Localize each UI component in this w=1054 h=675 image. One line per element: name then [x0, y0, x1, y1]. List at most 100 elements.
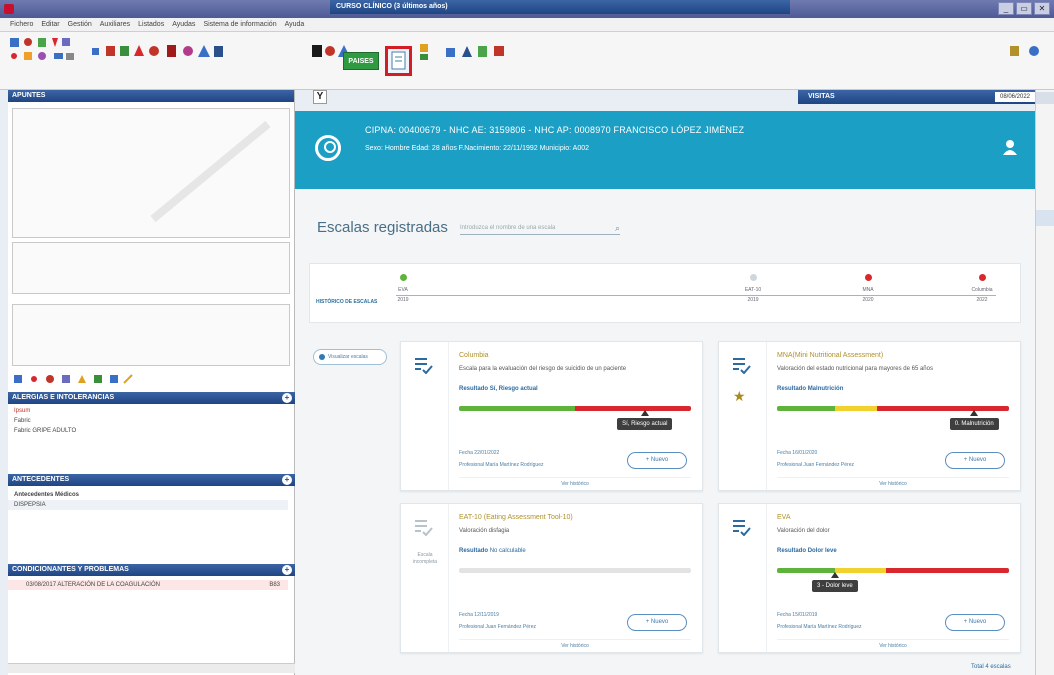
app-logo-icon	[4, 4, 14, 14]
list-item: Ipsum	[14, 408, 31, 414]
card-professional: Profesional Juan Fernández Pérez	[459, 624, 536, 630]
result-tooltip: 3 - Dolor leve	[812, 580, 858, 592]
minimize-button[interactable]: _	[998, 2, 1014, 15]
apuntes-notes-area[interactable]	[12, 108, 290, 238]
escalas-title: Escalas registradas	[317, 219, 448, 236]
maximize-button[interactable]: ▭	[1016, 2, 1032, 15]
scale-marker	[831, 572, 839, 578]
card-title: MNA(Mini Nutritional Assessment)	[777, 352, 884, 359]
timeline-point[interactable]: MNA 2020	[848, 274, 888, 303]
timeline-label: HISTÓRICO DE ESCALAS	[316, 299, 378, 305]
card-description: Escala para la evaluación del riesgo de …	[459, 366, 627, 372]
card-sidebar: Escala incompleta	[401, 504, 449, 652]
toolbar	[0, 32, 1054, 90]
left-panel: APUNTES ALERGIAS E INTOLERANCIAS + Ipsum …	[8, 90, 295, 675]
visitas-header: VISITAS 08/06/2022	[798, 90, 1038, 104]
right-panel-header	[1036, 92, 1054, 104]
filter-y-icon[interactable]: Y	[313, 90, 327, 104]
new-scale-button[interactable]: + Nuevo	[627, 452, 687, 469]
user-profile-icon[interactable]	[1003, 139, 1017, 155]
scale-card-columbia: Columbia Escala para la evaluación del r…	[400, 341, 703, 491]
patient-avatar-icon	[315, 135, 341, 161]
escalas-search-input[interactable]: Introduzca el nombre de una escala ⌕	[460, 221, 620, 235]
condicionantes-header: CONDICIONANTES Y PROBLEMAS +	[8, 564, 295, 576]
card-description: Valoración del estado nutricional para m…	[777, 366, 933, 372]
card-title: Columbia	[459, 352, 489, 359]
highlighted-document-button[interactable]	[385, 46, 412, 76]
card-result: Resultado Malnutrición	[777, 386, 844, 392]
card-professional: Profesional Juan Fernández Pérez	[777, 462, 854, 468]
card-sidebar	[719, 504, 767, 652]
close-button[interactable]: ✕	[1034, 2, 1050, 15]
new-scale-button[interactable]: + Nuevo	[627, 614, 687, 631]
result-scale-bar	[777, 568, 1009, 573]
antecedentes-header: ANTECEDENTES +	[8, 474, 295, 486]
timeline-dot	[978, 274, 986, 281]
list-item[interactable]: 03/08/2017 ALTERACIÓN DE LA COAGULACIÓN …	[8, 580, 288, 590]
add-icon[interactable]: +	[282, 475, 292, 485]
timeline-point[interactable]: EVA 2019	[383, 274, 423, 303]
patient-demographics: Sexo: Hombre Edad: 28 años F.Nacimiento:…	[365, 145, 590, 152]
condicionante-code: B83	[269, 582, 280, 588]
scale-card-mna: ★ MNA(Mini Nutritional Assessment) Valor…	[718, 341, 1021, 491]
ver-historico-link[interactable]: Ver histórico	[459, 477, 691, 487]
card-date: Fecha 12/11/2019	[459, 612, 499, 618]
right-panel	[1035, 90, 1054, 675]
antecedentes-subheader: Antecedentes Médicos	[14, 492, 80, 498]
result-scale-bar	[459, 406, 691, 411]
scale-card-eat10: Escala incompleta EAT-10 (Eating Assessm…	[400, 503, 703, 653]
timeline-dot	[749, 274, 757, 281]
timeline-dot	[864, 274, 872, 281]
pen-watermark-icon	[150, 120, 271, 223]
card-result: Resultado Sí, Riesgo actual	[459, 386, 538, 392]
total-escalas-count: Total 4 escalas	[971, 664, 1011, 670]
apuntes-notes-area-3[interactable]	[12, 304, 290, 366]
apuntes-notes-area-2[interactable]	[12, 242, 290, 294]
add-icon[interactable]: +	[282, 393, 292, 403]
toolbar-tool-icon-row2[interactable]	[11, 52, 74, 60]
menu-fichero[interactable]: Fichero	[10, 18, 33, 31]
toolbar-tool-icon[interactable]	[10, 38, 70, 47]
menu-ayuda[interactable]: Ayuda	[285, 18, 305, 31]
new-scale-button[interactable]: + Nuevo	[945, 614, 1005, 631]
card-title: EAT-10 (Eating Assessment Tool-10)	[459, 514, 573, 521]
toolbar-main-icons[interactable]	[92, 44, 1039, 60]
horizontal-scrollbar[interactable]	[8, 663, 295, 673]
visitas-date[interactable]: 08/06/2022	[995, 92, 1035, 102]
timeline-point[interactable]: EAT-10 2019	[733, 274, 773, 303]
new-scale-button[interactable]: + Nuevo	[945, 452, 1005, 469]
result-tooltip: Sí, Riesgo actual	[617, 418, 673, 430]
visualizar-escalas-button[interactable]: Visualizar escalas	[313, 349, 387, 365]
timeline-dot	[399, 274, 407, 281]
card-date: Fecha 22/01/2022	[459, 450, 500, 456]
patient-identifiers: CIPNA: 00400679 - NHC AE: 3159806 - NHC …	[365, 125, 745, 135]
apuntes-tool-icons[interactable]	[12, 373, 212, 387]
card-professional: Profesional María Martínez Rodríguez	[459, 462, 544, 468]
add-icon[interactable]: +	[282, 565, 292, 575]
alergias-header: ALERGIAS E INTOLERANCIAS +	[8, 392, 295, 404]
historico-escalas-timeline: HISTÓRICO DE ESCALAS EVA 2019 EAT-10 2019 …	[309, 263, 1021, 323]
card-description: Valoración disfagia	[459, 528, 510, 534]
card-date: Fecha 16/01/2020	[777, 450, 818, 456]
timeline-axis	[396, 295, 996, 296]
menu-auxiliares[interactable]: Auxiliares	[100, 18, 130, 31]
ver-historico-link[interactable]: Ver histórico	[777, 639, 1009, 649]
checklist-icon	[733, 520, 751, 536]
ver-historico-link[interactable]: Ver histórico	[459, 639, 691, 649]
right-panel-tab	[1036, 210, 1054, 226]
star-icon[interactable]: ★	[733, 388, 746, 405]
menu-ayudas[interactable]: Ayudas	[172, 18, 195, 31]
menu-gestion[interactable]: Gestión	[68, 18, 92, 31]
card-description: Valoración del dolor	[777, 528, 830, 534]
list-item: Fabric	[14, 418, 31, 424]
timeline-point[interactable]: Columbia 2022	[962, 274, 1002, 303]
ver-historico-link[interactable]: Ver histórico	[777, 477, 1009, 487]
apuntes-header: APUNTES	[8, 90, 294, 102]
menu-listados[interactable]: Listados	[138, 18, 164, 31]
menu-editar[interactable]: Editar	[41, 18, 59, 31]
list-item[interactable]: DISPEPSIA	[8, 500, 288, 510]
result-tooltip: 0. Malnutrición	[949, 418, 999, 430]
paises-button[interactable]: PAISES	[343, 52, 379, 70]
card-date: Fecha 15/01/2019	[777, 612, 818, 618]
menu-sistema-informacion[interactable]: Sistema de información	[203, 18, 276, 31]
